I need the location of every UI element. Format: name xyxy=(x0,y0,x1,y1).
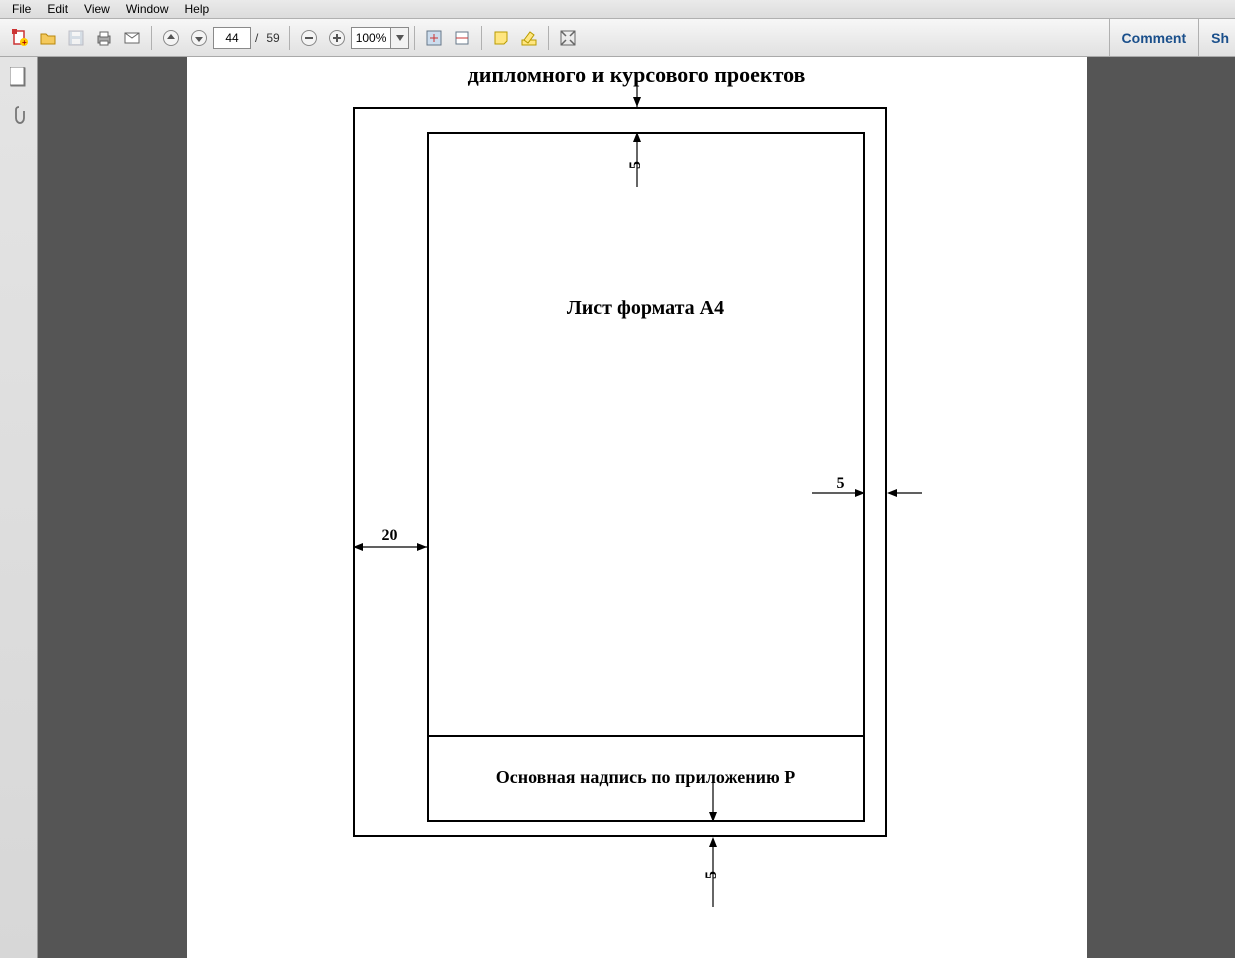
print-button[interactable] xyxy=(92,26,116,50)
separator xyxy=(548,26,549,50)
separator xyxy=(151,26,152,50)
menu-window[interactable]: Window xyxy=(118,0,177,18)
email-button[interactable] xyxy=(120,26,144,50)
dimension-left-value: 20 xyxy=(382,527,398,545)
a4-sheet-label: Лист формата А4 xyxy=(427,297,865,320)
page-number-input[interactable] xyxy=(213,27,251,49)
menu-bar: File Edit View Window Help xyxy=(0,0,1235,19)
dimension-right-arrow xyxy=(812,483,922,503)
pdf-page: дипломного и курсового проектов Лист фор… xyxy=(187,57,1087,958)
open-button[interactable] xyxy=(36,26,60,50)
toolbar: + / 59 100% xyxy=(0,19,1235,57)
page-separator-label: / xyxy=(255,31,258,45)
dimension-bottom-value: 5 xyxy=(703,871,721,879)
document-viewer[interactable]: дипломного и курсового проектов Лист фор… xyxy=(38,57,1235,958)
dimension-top-arrow xyxy=(629,77,649,187)
dimension-bottom-arrow xyxy=(705,777,725,907)
separator xyxy=(414,26,415,50)
attachments-panel-button[interactable] xyxy=(7,103,31,127)
sticky-note-button[interactable] xyxy=(489,26,513,50)
create-pdf-button[interactable]: + xyxy=(8,26,32,50)
zoom-in-button[interactable] xyxy=(325,26,349,50)
zoom-out-button[interactable] xyxy=(297,26,321,50)
inner-frame xyxy=(427,132,865,822)
workspace: дипломного и курсового проектов Лист фор… xyxy=(0,57,1235,958)
page-up-button[interactable] xyxy=(159,26,183,50)
zoom-dropdown-button[interactable] xyxy=(391,27,409,49)
save-button[interactable] xyxy=(64,26,88,50)
thumbnails-panel-button[interactable] xyxy=(7,65,31,89)
page-down-button[interactable] xyxy=(187,26,211,50)
title-block-label: Основная надпись по приложению Р xyxy=(427,767,865,788)
dimension-right-value: 5 xyxy=(837,475,845,493)
menu-help[interactable]: Help xyxy=(177,0,218,18)
scan-button[interactable] xyxy=(450,26,474,50)
title-block-divider xyxy=(427,735,865,737)
share-panel-button[interactable]: Sh xyxy=(1198,19,1229,56)
menu-view[interactable]: View xyxy=(76,0,118,18)
highlight-button[interactable] xyxy=(517,26,541,50)
svg-text:+: + xyxy=(22,38,27,47)
menu-edit[interactable]: Edit xyxy=(39,0,76,18)
comment-panel-button[interactable]: Comment xyxy=(1109,19,1199,56)
dimension-top-value: 5 xyxy=(627,161,645,169)
menu-file[interactable]: File xyxy=(4,0,39,18)
separator xyxy=(481,26,482,50)
zoom-level-display[interactable]: 100% xyxy=(351,27,392,49)
separator xyxy=(289,26,290,50)
save-web-button[interactable] xyxy=(422,26,446,50)
navigation-sidebar xyxy=(0,57,38,958)
read-mode-button[interactable] xyxy=(556,26,580,50)
page-total-label: 59 xyxy=(266,31,279,45)
